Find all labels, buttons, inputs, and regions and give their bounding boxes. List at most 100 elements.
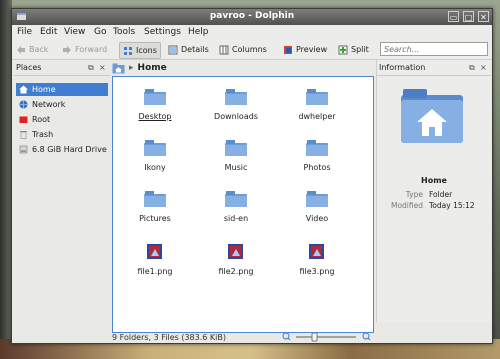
file-item[interactable]: file3.png xyxy=(285,244,349,284)
home-icon xyxy=(19,85,28,94)
folder-icon xyxy=(225,89,247,105)
folder-icon xyxy=(144,89,166,105)
image-file-icon xyxy=(309,244,324,259)
title-bar[interactable]: pavroo - Dolphin ▭ □ ✕ xyxy=(12,9,492,25)
file-item[interactable]: Photos xyxy=(285,140,349,180)
close-button[interactable]: ✕ xyxy=(478,11,489,22)
panel-float-icon[interactable]: ⧉ xyxy=(469,63,475,73)
panel-close-icon[interactable]: × xyxy=(99,63,106,72)
info-modified-key: Modified xyxy=(390,201,423,210)
file-view[interactable]: Desktop Downloads dwhelper Ikony Music P… xyxy=(112,76,374,333)
folder-home-icon[interactable] xyxy=(112,63,125,74)
arrow-right-icon xyxy=(63,45,71,54)
dolphin-window: pavroo - Dolphin ▭ □ ✕ File Edit View Go… xyxy=(11,8,493,344)
details-view-icon xyxy=(168,45,178,54)
columns-view-button[interactable]: Columns xyxy=(219,42,267,57)
file-item[interactable]: Music xyxy=(204,140,268,180)
file-name: Desktop xyxy=(138,112,172,121)
preview-button[interactable]: Preview xyxy=(283,42,327,57)
place-home[interactable]: Home xyxy=(16,83,108,96)
place-root[interactable]: Root xyxy=(16,113,108,126)
places-title: Places xyxy=(16,63,42,72)
split-label: Split xyxy=(351,45,369,54)
places-header: Places ⧉ × xyxy=(14,63,110,76)
menu-view[interactable]: View xyxy=(64,27,85,37)
columns-view-icon xyxy=(219,45,229,54)
file-name: dwhelper xyxy=(298,112,336,121)
breadcrumb-separator: ▸ xyxy=(129,63,134,73)
zoom-slider[interactable] xyxy=(296,332,356,342)
information-header: Information ⧉ × xyxy=(377,63,491,76)
file-item[interactable]: file2.png xyxy=(204,244,268,284)
place-label: Network xyxy=(32,100,66,109)
folder-icon xyxy=(225,191,247,207)
file-item[interactable]: file1.png xyxy=(123,244,187,284)
split-button[interactable]: Split xyxy=(338,42,369,57)
minimize-button[interactable]: ▭ xyxy=(448,11,459,22)
split-icon xyxy=(338,45,348,54)
hard-drive-icon xyxy=(19,145,28,154)
panel-close-icon[interactable]: × xyxy=(480,63,487,72)
maximize-button[interactable]: □ xyxy=(463,11,474,22)
preview-label: Preview xyxy=(296,45,328,54)
info-type-key: Type xyxy=(405,190,423,199)
menu-tools[interactable]: Tools xyxy=(113,27,135,37)
place-label: Root xyxy=(32,115,51,124)
info-modified-value: Today 15:12 xyxy=(429,201,475,210)
icons-view-icon xyxy=(124,46,132,55)
place-label: 6.8 GiB Hard Drive xyxy=(32,145,107,154)
place-label: Home xyxy=(32,85,56,94)
details-label: Details xyxy=(181,45,209,54)
breadcrumb-home[interactable]: Home xyxy=(138,63,167,73)
file-name: Pictures xyxy=(139,214,171,223)
file-item[interactable]: dwhelper xyxy=(285,89,349,129)
trash-icon xyxy=(20,131,27,139)
menu-file[interactable]: File xyxy=(17,27,32,37)
menu-bar: File Edit View Go Tools Settings Help xyxy=(12,25,492,39)
panel-float-icon[interactable]: ⧉ xyxy=(88,63,94,73)
menu-help[interactable]: Help xyxy=(188,27,209,37)
file-name: Photos xyxy=(303,163,331,172)
file-item[interactable]: Ikony xyxy=(123,140,187,180)
information-title: Information xyxy=(379,63,426,72)
menu-settings[interactable]: Settings xyxy=(144,27,181,37)
menu-go[interactable]: Go xyxy=(94,27,106,37)
place-network[interactable]: Network xyxy=(16,98,108,111)
icons-label: Icons xyxy=(136,46,157,55)
image-file-icon xyxy=(228,244,243,259)
zoom-control xyxy=(282,332,374,342)
file-item[interactable]: Desktop xyxy=(123,89,187,129)
file-item[interactable]: sid-en xyxy=(204,191,268,231)
folder-icon xyxy=(144,140,166,156)
search-box xyxy=(380,42,493,56)
columns-label: Columns xyxy=(232,45,267,54)
file-name: sid-en xyxy=(223,214,249,223)
icons-view-button[interactable]: Icons xyxy=(119,42,161,59)
details-view-button[interactable]: Details xyxy=(168,42,209,57)
search-input[interactable] xyxy=(381,43,493,55)
arrow-left-icon xyxy=(17,45,25,54)
forward-button[interactable]: Forward xyxy=(62,42,107,57)
zoom-out-icon[interactable] xyxy=(282,332,291,341)
root-folder-icon xyxy=(19,116,28,123)
network-icon xyxy=(19,100,28,109)
file-name: Downloads xyxy=(214,112,258,121)
folder-icon xyxy=(306,89,328,105)
zoom-in-icon[interactable] xyxy=(362,332,371,341)
window-title: pavroo - Dolphin xyxy=(209,11,295,21)
menu-edit[interactable]: Edit xyxy=(40,27,57,37)
file-item[interactable]: Video xyxy=(285,191,349,231)
info-type-value: Folder xyxy=(429,190,453,199)
places-panel: Places ⧉ × Home Network Root Trash 6.8 G… xyxy=(14,60,110,322)
folder-icon xyxy=(144,191,166,207)
place-hard-drive[interactable]: 6.8 GiB Hard Drive xyxy=(16,143,108,156)
breadcrumb: ▸ Home xyxy=(112,61,374,75)
back-button[interactable]: Back xyxy=(16,42,48,57)
file-item[interactable]: Pictures xyxy=(123,191,187,231)
back-label: Back xyxy=(29,45,49,54)
file-name: file1.png xyxy=(137,267,173,276)
file-item[interactable]: Downloads xyxy=(204,89,268,129)
place-trash[interactable]: Trash xyxy=(16,128,108,141)
image-file-icon xyxy=(147,244,162,259)
file-name: Music xyxy=(224,163,248,172)
